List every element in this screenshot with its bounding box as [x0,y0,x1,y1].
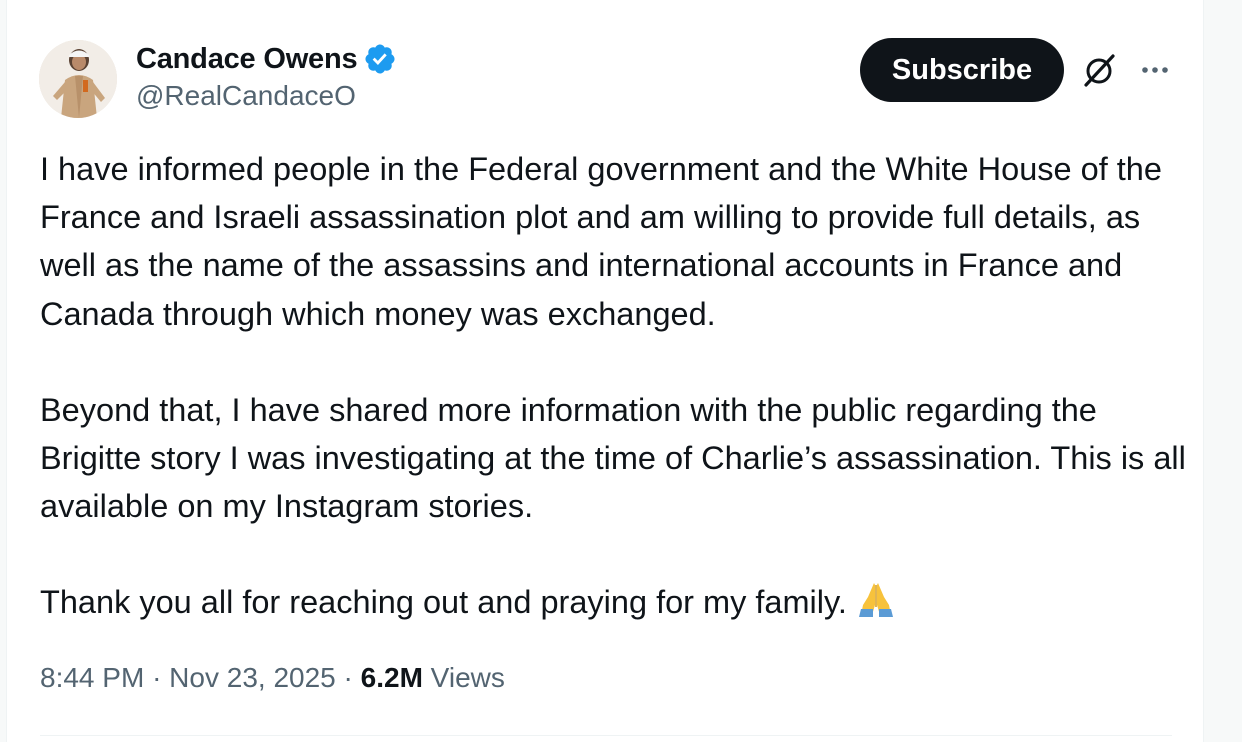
more-horizontal-icon[interactable] [1135,52,1175,88]
tweet-paragraph-3: Thank you all for reaching out and prayi… [40,578,1190,626]
tweet-meta: 8:44 PM · Nov 23, 2025 · 6.2M Views [40,662,505,694]
tweet-text: I have informed people in the Federal go… [40,145,1190,627]
author-handle[interactable]: @RealCandaceO [136,80,356,112]
tweet-paragraph-3-text: Thank you all for reaching out and prayi… [40,584,847,621]
tweet-paragraph-1: I have informed people in the Federal go… [40,151,1171,332]
avatar-image [39,40,117,118]
meta-separator: · [152,662,162,693]
verified-badge-icon[interactable] [363,42,397,76]
views-label: Views [430,662,505,693]
tweet-paragraph-2: Beyond that, I have shared more informat… [40,391,1195,525]
grok-icon[interactable] [1079,50,1119,90]
tweet-card: Candace Owens @RealCandaceO Subscribe I … [6,0,1204,742]
tweet-timestamp[interactable]: 8:44 PM · Nov 23, 2025 [40,662,336,693]
subscribe-button[interactable]: Subscribe [860,38,1064,102]
tweet-date: Nov 23, 2025 [169,662,336,693]
avatar[interactable] [39,40,117,118]
tweet-time: 8:44 PM [40,662,145,693]
author-display-name[interactable]: Candace Owens [136,43,358,76]
divider [40,735,1172,736]
author-name-row[interactable]: Candace Owens [136,40,397,78]
views-count: 6.2M [360,662,423,693]
folded-hands-emoji-icon [858,583,893,618]
meta-separator: · [343,662,353,693]
